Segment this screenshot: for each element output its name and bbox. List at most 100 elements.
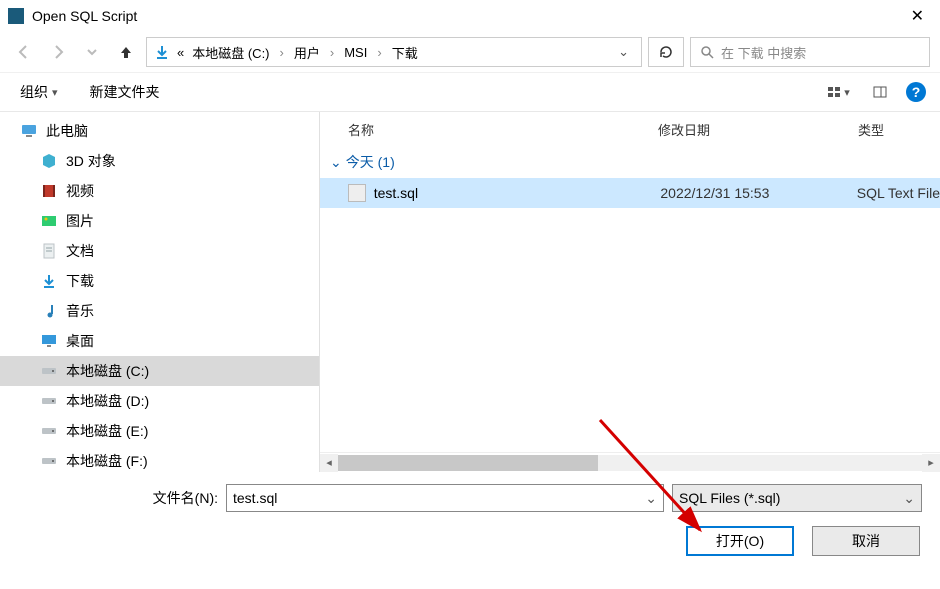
address-dropdown[interactable]: ⌄ xyxy=(612,44,635,60)
breadcrumb-item[interactable]: 用户 xyxy=(292,43,322,62)
up-button[interactable] xyxy=(112,38,140,66)
column-date[interactable]: 修改日期 xyxy=(658,120,858,139)
breadcrumb-item[interactable]: MSI xyxy=(342,45,369,60)
horizontal-scrollbar[interactable]: ◂ ▸ xyxy=(320,452,940,472)
tree-videos[interactable]: 视频 xyxy=(0,176,319,206)
forward-button[interactable] xyxy=(44,38,72,66)
tree-label: 视频 xyxy=(66,181,94,201)
filename-label: 文件名(N): xyxy=(18,488,218,508)
titlebar: Open SQL Script ✕ xyxy=(0,0,940,32)
recent-dropdown[interactable] xyxy=(78,38,106,66)
column-headers[interactable]: 名称 修改日期 类型 xyxy=(320,112,940,146)
search-icon xyxy=(699,44,715,60)
document-icon xyxy=(40,242,58,260)
picture-icon xyxy=(40,212,58,230)
chevron-down-icon[interactable]: ⌄ xyxy=(903,490,915,507)
chevron-down-icon: ⌄ xyxy=(330,154,342,171)
drive-icon xyxy=(40,422,58,440)
tree-label: 文档 xyxy=(66,241,94,261)
scroll-track[interactable] xyxy=(338,455,922,471)
tree-local-disk-f[interactable]: 本地磁盘 (F:) xyxy=(0,446,319,472)
open-button[interactable]: 打开(O) xyxy=(686,526,794,556)
group-today[interactable]: ⌄ 今天 (1) xyxy=(320,146,940,178)
film-icon xyxy=(40,182,58,200)
tree-local-disk-c[interactable]: 本地磁盘 (C:) xyxy=(0,356,319,386)
tree-label: 本地磁盘 (E:) xyxy=(66,421,148,441)
app-icon xyxy=(8,8,24,24)
refresh-button[interactable] xyxy=(648,37,684,67)
tree-pictures[interactable]: 图片 xyxy=(0,206,319,236)
tree-downloads[interactable]: 下载 xyxy=(0,266,319,296)
chevron-right-icon: › xyxy=(276,45,288,60)
window-title: Open SQL Script xyxy=(32,8,903,24)
filename-input[interactable]: test.sql ⌄ xyxy=(226,484,664,512)
column-name[interactable]: 名称 xyxy=(348,120,658,139)
filetype-select[interactable]: SQL Files (*.sql) ⌄ xyxy=(672,484,922,512)
download-icon xyxy=(40,272,58,290)
search-placeholder: 在 下载 中搜索 xyxy=(721,43,806,62)
dialog-footer: 文件名(N): test.sql ⌄ SQL Files (*.sql) ⌄ 打… xyxy=(0,472,940,566)
drive-icon xyxy=(40,392,58,410)
tree-desktop[interactable]: 桌面 xyxy=(0,326,319,356)
chevron-down-icon[interactable]: ⌄ xyxy=(645,490,657,507)
tree-local-disk-d[interactable]: 本地磁盘 (D:) xyxy=(0,386,319,416)
file-icon xyxy=(348,184,366,202)
tree-documents[interactable]: 文档 xyxy=(0,236,319,266)
tree-label: 音乐 xyxy=(66,301,94,321)
tree-label: 本地磁盘 (F:) xyxy=(66,451,148,471)
tree-label: 下载 xyxy=(66,271,94,291)
tree-label: 本地磁盘 (C:) xyxy=(66,361,149,381)
tree-label: 此电脑 xyxy=(46,121,88,141)
open-label: 打开(O) xyxy=(716,531,764,551)
preview-pane-button[interactable] xyxy=(864,78,896,106)
close-button[interactable]: ✕ xyxy=(903,6,932,26)
file-row[interactable]: test.sql 2022/12/31 15:53 SQL Text File xyxy=(320,178,940,208)
chevron-down-icon: ▾ xyxy=(52,86,58,99)
tree-local-disk-e[interactable]: 本地磁盘 (E:) xyxy=(0,416,319,446)
file-name: test.sql xyxy=(374,185,661,201)
organize-label: 组织 xyxy=(20,82,48,102)
toolbar: 组织 ▾ 新建文件夹 ▾ ? xyxy=(0,72,940,112)
tree-label: 本地磁盘 (D:) xyxy=(66,391,149,411)
new-folder-button[interactable]: 新建文件夹 xyxy=(84,78,166,106)
cancel-button[interactable]: 取消 xyxy=(812,526,920,556)
tree-3d-objects[interactable]: 3D 对象 xyxy=(0,146,319,176)
tree-label: 桌面 xyxy=(66,331,94,351)
tree-music[interactable]: 音乐 xyxy=(0,296,319,326)
desktop-icon xyxy=(40,332,58,350)
back-button[interactable] xyxy=(10,38,38,66)
cancel-label: 取消 xyxy=(852,531,880,551)
tree-this-pc[interactable]: 此电脑 xyxy=(0,116,319,146)
dialog-body: 此电脑 3D 对象 视频 图片 文档 下载 音乐 桌面 xyxy=(0,112,940,472)
breadcrumb-item[interactable]: 本地磁盘 (C:) xyxy=(190,43,271,62)
new-folder-label: 新建文件夹 xyxy=(90,82,160,102)
nav-tree[interactable]: 此电脑 3D 对象 视频 图片 文档 下载 音乐 桌面 xyxy=(0,112,320,472)
file-list[interactable]: ⌄ 今天 (1) test.sql 2022/12/31 15:53 SQL T… xyxy=(320,146,940,452)
drive-icon xyxy=(40,362,58,380)
file-pane: 名称 修改日期 类型 ⌄ 今天 (1) test.sql 2022/12/31 … xyxy=(320,112,940,472)
scroll-thumb[interactable] xyxy=(338,455,598,471)
chevron-right-icon: › xyxy=(373,45,385,60)
breadcrumb-item[interactable]: 下载 xyxy=(390,43,420,62)
file-type: SQL Text File xyxy=(857,185,940,201)
scroll-right-icon[interactable]: ▸ xyxy=(922,454,940,472)
downloads-location-icon xyxy=(153,43,171,61)
view-options-button[interactable]: ▾ xyxy=(822,78,854,106)
chevron-right-icon: › xyxy=(326,45,338,60)
scroll-left-icon[interactable]: ◂ xyxy=(320,454,338,472)
group-label: 今天 (1) xyxy=(346,152,395,172)
organize-menu[interactable]: 组织 ▾ xyxy=(14,78,64,106)
tree-label: 图片 xyxy=(66,211,94,231)
column-type[interactable]: 类型 xyxy=(858,120,940,139)
cube-icon xyxy=(40,152,58,170)
music-icon xyxy=(40,302,58,320)
address-bar[interactable]: « 本地磁盘 (C:) › 用户 › MSI › 下载 ⌄ xyxy=(146,37,642,67)
drive-icon xyxy=(40,452,58,470)
breadcrumb-prefix: « xyxy=(175,45,186,60)
nav-row: « 本地磁盘 (C:) › 用户 › MSI › 下载 ⌄ 在 下载 中搜索 xyxy=(0,32,940,72)
tree-label: 3D 对象 xyxy=(66,151,116,171)
filename-value: test.sql xyxy=(233,490,277,506)
search-input[interactable]: 在 下载 中搜索 xyxy=(690,37,930,67)
monitor-icon xyxy=(20,122,38,140)
help-button[interactable]: ? xyxy=(906,82,926,102)
